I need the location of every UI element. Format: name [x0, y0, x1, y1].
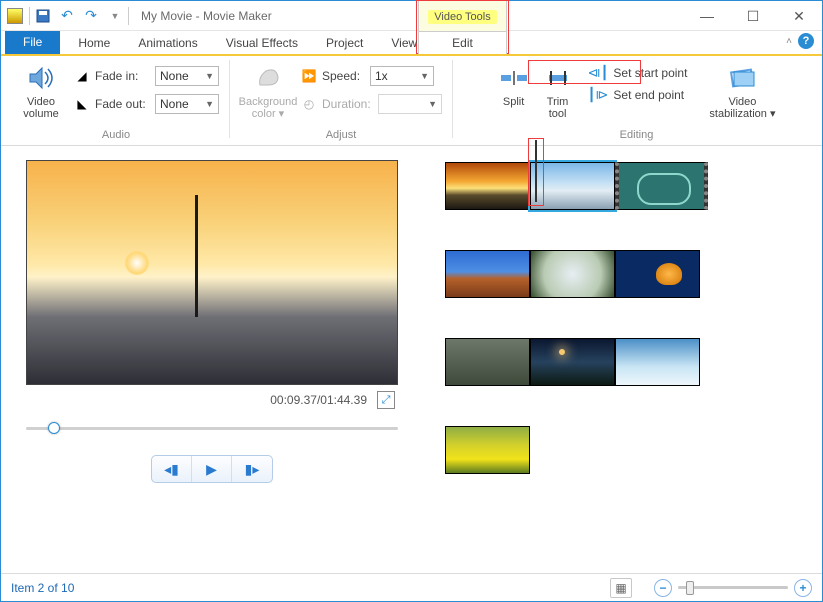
main-area: 00:09.37/01:44.39 ⤢ ◂▮ ▶ ▮▸	[1, 146, 822, 563]
duration-combo: ▼	[378, 94, 442, 114]
set-start-icon: ⧏┃	[588, 65, 609, 81]
split-button[interactable]: Split	[492, 60, 536, 108]
quick-access-toolbar: ↶ ↷ ▼	[32, 5, 126, 27]
clip-6[interactable]	[615, 250, 700, 298]
status-bar: Item 2 of 10 ▦ − +	[1, 573, 822, 601]
clip-row-3	[445, 338, 810, 386]
speed-icon: ⏩	[300, 67, 318, 85]
contextual-tab-header: Video Tools	[418, 0, 507, 31]
speed-row: ⏩ Speed: 1x▼	[300, 64, 442, 88]
ribbon-collapse-icon[interactable]: ˄	[786, 36, 792, 47]
tab-visual-effects[interactable]: Visual Effects	[212, 33, 312, 54]
group-audio: Video volume ◢ Fade in: None▼ ◣ Fade out…	[7, 60, 225, 145]
minimize-button[interactable]: —	[684, 1, 730, 31]
playback-controls: ◂▮ ▶ ▮▸	[151, 455, 273, 483]
window-title: My Movie - Movie Maker	[141, 9, 272, 23]
preview-pane: 00:09.37/01:44.39 ⤢ ◂▮ ▶ ▮▸	[1, 146, 417, 563]
zoom-slider[interactable]	[678, 586, 788, 589]
prev-frame-button[interactable]: ◂▮	[152, 456, 192, 482]
clip-8[interactable]	[530, 338, 615, 386]
save-button[interactable]	[32, 5, 54, 27]
tab-project[interactable]: Project	[312, 33, 377, 54]
clip-row-1	[445, 162, 810, 210]
fade-out-icon: ◣	[73, 95, 91, 113]
set-end-point-button[interactable]: ┃⧐ Set end point	[582, 84, 694, 106]
qat-dropdown[interactable]: ▼	[104, 5, 126, 27]
fade-out-row: ◣ Fade out: None▼	[73, 92, 219, 116]
undo-button[interactable]: ↶	[56, 5, 78, 27]
help-button[interactable]: ?	[798, 33, 814, 49]
clip-row-2	[445, 250, 810, 298]
group-adjust: Background color ▾ ⏩ Speed: 1x▼ ◴ Durati…	[234, 60, 448, 145]
set-start-point-button[interactable]: ⧏┃ Set start point	[582, 62, 694, 84]
thumbnail-view-button[interactable]: ▦	[610, 578, 632, 598]
maximize-button[interactable]: ☐	[730, 1, 776, 31]
redo-button[interactable]: ↷	[80, 5, 102, 27]
fade-in-combo[interactable]: None▼	[155, 66, 219, 86]
ribbon: Video volume ◢ Fade in: None▼ ◣ Fade out…	[1, 54, 822, 146]
zoom-control: − +	[654, 579, 812, 597]
zoom-in-button[interactable]: +	[794, 579, 812, 597]
seek-thumb[interactable]	[48, 422, 60, 434]
storyboard-playhead[interactable]	[535, 140, 537, 202]
fade-in-icon: ◢	[73, 67, 91, 85]
status-item-label: Item 2 of 10	[11, 581, 74, 595]
video-stabilization-button[interactable]: Video stabilization ▾	[703, 60, 781, 120]
fade-in-row: ◢ Fade in: None▼	[73, 64, 219, 88]
group-editing: Split Trim tool ⧏┃ Set start point ┃⧐ Se…	[457, 60, 816, 145]
ribbon-tabs: File Home Animations Visual Effects Proj…	[1, 31, 822, 54]
title-bar: ↶ ↷ ▼ My Movie - Movie Maker Video Tools…	[1, 1, 822, 31]
close-button[interactable]: ✕	[776, 1, 822, 31]
app-icon	[7, 8, 23, 24]
zoom-thumb[interactable]	[686, 581, 694, 595]
speed-combo[interactable]: 1x▼	[370, 66, 434, 86]
next-frame-button[interactable]: ▮▸	[232, 456, 272, 482]
clip-5[interactable]	[530, 250, 615, 298]
tab-animations[interactable]: Animations	[124, 33, 211, 54]
tab-home[interactable]: Home	[64, 33, 124, 54]
background-color-button: Background color ▾	[240, 60, 296, 120]
fade-out-combo[interactable]: None▼	[155, 94, 219, 114]
clip-7[interactable]	[445, 338, 530, 386]
clip-4[interactable]	[445, 250, 530, 298]
duration-row: ◴ Duration: ▼	[300, 92, 442, 116]
timecode-label: 00:09.37/01:44.39	[270, 393, 367, 407]
seek-bar[interactable]	[26, 419, 398, 437]
zoom-out-button[interactable]: −	[654, 579, 672, 597]
preview-monitor[interactable]	[26, 160, 398, 385]
play-button[interactable]: ▶	[192, 456, 232, 482]
video-volume-button[interactable]: Video volume	[13, 60, 69, 120]
clip-1[interactable]	[445, 162, 530, 210]
clip-2[interactable]	[530, 162, 615, 210]
clip-9[interactable]	[615, 338, 700, 386]
duration-icon: ◴	[300, 95, 318, 113]
clip-3[interactable]	[615, 162, 708, 210]
storyboard-pane[interactable]	[417, 146, 822, 563]
clip-row-4	[445, 426, 810, 474]
clip-10[interactable]	[445, 426, 530, 474]
set-end-icon: ┃⧐	[588, 87, 609, 103]
tab-edit[interactable]: Edit	[418, 31, 507, 54]
fullscreen-button[interactable]: ⤢	[377, 391, 395, 409]
tab-file[interactable]: File	[5, 31, 60, 54]
trim-tool-button[interactable]: Trim tool	[536, 60, 580, 120]
